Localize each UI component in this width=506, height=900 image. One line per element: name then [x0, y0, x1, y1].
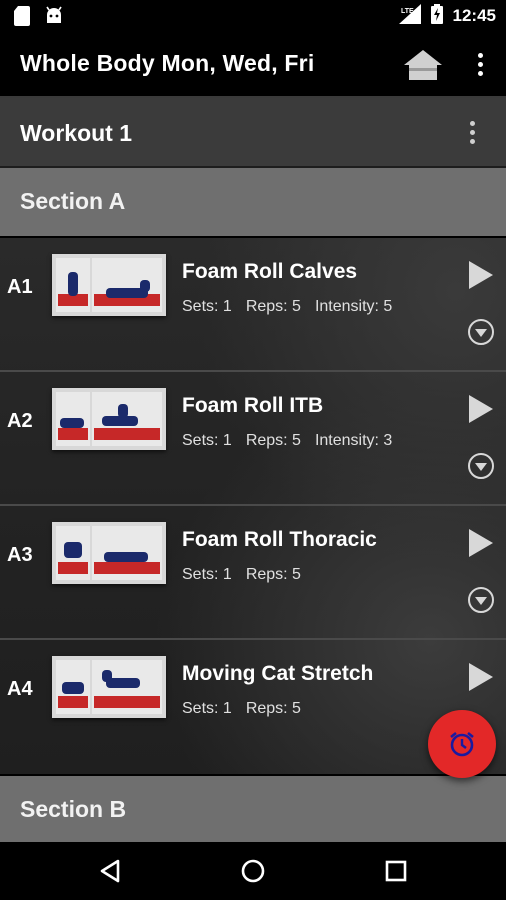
- exercise-stats: Sets: 1 Reps: 5: [182, 700, 315, 718]
- status-time: 12:45: [452, 6, 496, 25]
- reps-label: Reps: 5: [245, 432, 301, 449]
- android-icon: [44, 6, 64, 31]
- reps-label: Reps: 5: [245, 566, 301, 583]
- exercise-code: A2: [7, 410, 33, 432]
- play-icon: [469, 395, 493, 423]
- play-button[interactable]: [468, 394, 494, 424]
- sets-label: Sets: 1: [182, 566, 232, 583]
- system-nav-bar: [0, 842, 506, 900]
- sets-label: Sets: 1: [182, 298, 232, 315]
- home-button[interactable]: [402, 48, 444, 82]
- expand-button[interactable]: [467, 586, 495, 614]
- exercise-list: A1 Foam Roll Calves Sets: 1 Reps: 5 Intens…: [0, 238, 506, 774]
- exercise-name: Foam Roll Calves: [182, 260, 358, 283]
- more-vert-icon: [462, 118, 482, 144]
- section-title: Section A: [20, 188, 126, 214]
- home-icon: [404, 50, 442, 80]
- exercise-stats: Sets: 1 Reps: 5: [182, 566, 315, 584]
- section-header-b[interactable]: Section B: [0, 776, 506, 842]
- play-icon: [469, 663, 493, 691]
- sd-card-icon: [14, 6, 30, 31]
- page-title: Whole Body Mon, Wed, Fri: [20, 50, 315, 76]
- workout-title: Workout 1: [20, 120, 133, 146]
- chevron-down-circle-icon: [468, 587, 494, 613]
- overflow-menu-icon: [470, 50, 490, 76]
- play-icon: [469, 261, 493, 289]
- workout-header[interactable]: Workout 1: [0, 98, 506, 168]
- exercise-stats: Sets: 1 Reps: 5 Intensity: 3: [182, 432, 406, 450]
- expand-button[interactable]: [467, 318, 495, 346]
- exercise-code: A3: [7, 544, 33, 566]
- exercise-stats: Sets: 1 Reps: 5 Intensity: 5: [182, 298, 406, 316]
- play-button[interactable]: [468, 528, 494, 558]
- alarm-clock-icon: [450, 731, 474, 757]
- workout-menu-button[interactable]: [462, 118, 482, 148]
- exercise-thumbnail[interactable]: [52, 254, 166, 316]
- timer-fab-button[interactable]: [428, 710, 496, 778]
- intensity-label: Intensity: 3: [314, 432, 393, 449]
- exercise-name: Moving Cat Stretch: [182, 662, 374, 685]
- recents-button[interactable]: [381, 856, 411, 886]
- exercise-row[interactable]: A2 Foam Roll ITB Sets: 1 Reps: 5 Intensity…: [0, 372, 506, 506]
- sets-label: Sets: 1: [182, 432, 232, 449]
- play-button[interactable]: [468, 260, 494, 290]
- svg-text:LTE: LTE: [401, 8, 414, 15]
- exercise-row[interactable]: A1 Foam Roll Calves Sets: 1 Reps: 5 Intens…: [0, 238, 506, 372]
- exercise-thumbnail[interactable]: [52, 522, 166, 584]
- exercise-name: Foam Roll Thoracic: [182, 528, 377, 551]
- exercise-code: A1: [7, 276, 33, 298]
- exercise-thumbnail[interactable]: [52, 388, 166, 450]
- back-button[interactable]: [96, 856, 126, 886]
- home-nav-button[interactable]: [238, 856, 268, 886]
- chevron-down-circle-icon: [468, 319, 494, 345]
- app-bar: Whole Body Mon, Wed, Fri: [0, 32, 506, 98]
- recents-icon: [385, 860, 407, 882]
- exercise-row[interactable]: A3 Foam Roll Thoracic Sets: 1 Reps: 5: [0, 506, 506, 640]
- chevron-down-circle-icon: [468, 453, 494, 479]
- sets-label: Sets: 1: [182, 700, 232, 717]
- battery-charging-icon: [430, 3, 443, 29]
- exercise-thumbnail[interactable]: [52, 656, 166, 718]
- signal-icon: LTE: [398, 3, 421, 29]
- home-circle-icon: [241, 859, 265, 883]
- back-icon: [100, 859, 120, 883]
- overflow-menu-button[interactable]: [470, 50, 490, 80]
- exercise-code: A4: [7, 678, 33, 700]
- section-header-a[interactable]: Section A: [0, 168, 506, 236]
- intensity-label: Intensity: 5: [314, 298, 393, 315]
- play-button[interactable]: [468, 662, 494, 692]
- exercise-name: Foam Roll ITB: [182, 394, 324, 417]
- section-title: Section B: [20, 796, 127, 822]
- reps-label: Reps: 5: [245, 700, 301, 717]
- status-bar: LTE 12:45: [0, 0, 506, 32]
- play-icon: [469, 529, 493, 557]
- expand-button[interactable]: [467, 452, 495, 480]
- reps-label: Reps: 5: [245, 298, 301, 315]
